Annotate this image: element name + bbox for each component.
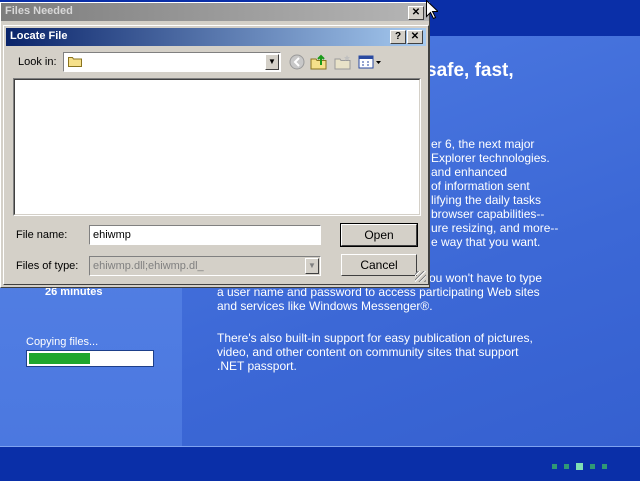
step-dot (552, 463, 557, 469)
chevron-down-icon[interactable]: ▼ (265, 54, 279, 70)
step-dot (564, 463, 569, 469)
paragraph-line: browser capabilities-- (431, 207, 545, 221)
view-menu-icon[interactable] (357, 53, 383, 71)
dialog-close-button[interactable]: ✕ (407, 30, 423, 44)
paragraph-line: of information sent (431, 179, 530, 193)
files-of-type-value: ehiwmp.dll;ehiwmp.dl_ (93, 260, 204, 272)
resize-grip[interactable] (415, 271, 426, 282)
new-folder-icon[interactable] (333, 53, 353, 71)
chevron-down-icon[interactable]: ▼ (305, 258, 319, 274)
step-indicator (552, 460, 614, 472)
paragraph-line: ure resizing, and more-- (431, 221, 559, 235)
progress-fill (29, 353, 90, 364)
look-in-dropdown[interactable]: ▼ (63, 52, 281, 72)
files-of-type-dropdown[interactable]: ehiwmp.dll;ehiwmp.dl_ ▼ (89, 256, 321, 276)
back-icon[interactable] (287, 53, 307, 71)
look-in-label: Look in: (18, 56, 57, 68)
paragraph-line: and services like Windows Messenger®. (217, 299, 433, 313)
files-needed-close-button[interactable]: ✕ (408, 6, 424, 20)
file-name-label: File name: (16, 229, 68, 241)
paragraph-line: er 6, the next major (431, 137, 535, 151)
folder-icon (68, 57, 82, 67)
paragraph-line: lifying the daily tasks (431, 193, 542, 207)
files-of-type-label: Files of type: (16, 260, 79, 272)
bottom-band (0, 446, 640, 481)
mouse-pointer-icon (426, 0, 438, 20)
cancel-button[interactable]: Cancel (341, 254, 417, 276)
paragraph-line: There's also built-in support for easy p… (217, 331, 533, 345)
dialog-title: Locate File (10, 30, 68, 42)
files-needed-title: Files Needed (5, 5, 73, 17)
file-list[interactable] (13, 78, 421, 216)
paragraph-line: e way that you want. (431, 235, 541, 249)
file-name-input[interactable] (89, 225, 321, 245)
copying-files-label: Copying files... (26, 336, 99, 348)
step-dot (602, 463, 607, 469)
paragraph-line: video, and other content on community si… (217, 345, 519, 359)
open-button[interactable]: Open (340, 223, 418, 247)
copy-progress-bar (26, 350, 154, 367)
paragraph-line: and enhanced (431, 165, 508, 179)
file-list-border (14, 79, 420, 215)
step-dot-active (576, 462, 583, 470)
paragraph-line: .NET passport. (217, 359, 297, 373)
up-folder-icon[interactable] (309, 53, 329, 71)
help-button[interactable]: ? (390, 30, 406, 44)
description-paragraph-1: er 6, the next major Explorer technologi… (431, 137, 558, 249)
step-dot (590, 463, 595, 469)
paragraph-line: Explorer technologies. (431, 151, 550, 165)
files-needed-titlebar[interactable]: Files Needed ✕ (1, 3, 429, 21)
locate-file-dialog: Locate File ? ✕ Look in: ▼ File name: Fi… (3, 25, 429, 285)
description-paragraph-3: There's also built-in support for easy p… (217, 331, 533, 373)
locate-file-titlebar[interactable]: Locate File ? ✕ (6, 28, 426, 46)
setup-heading: safe, fast, (426, 60, 514, 81)
